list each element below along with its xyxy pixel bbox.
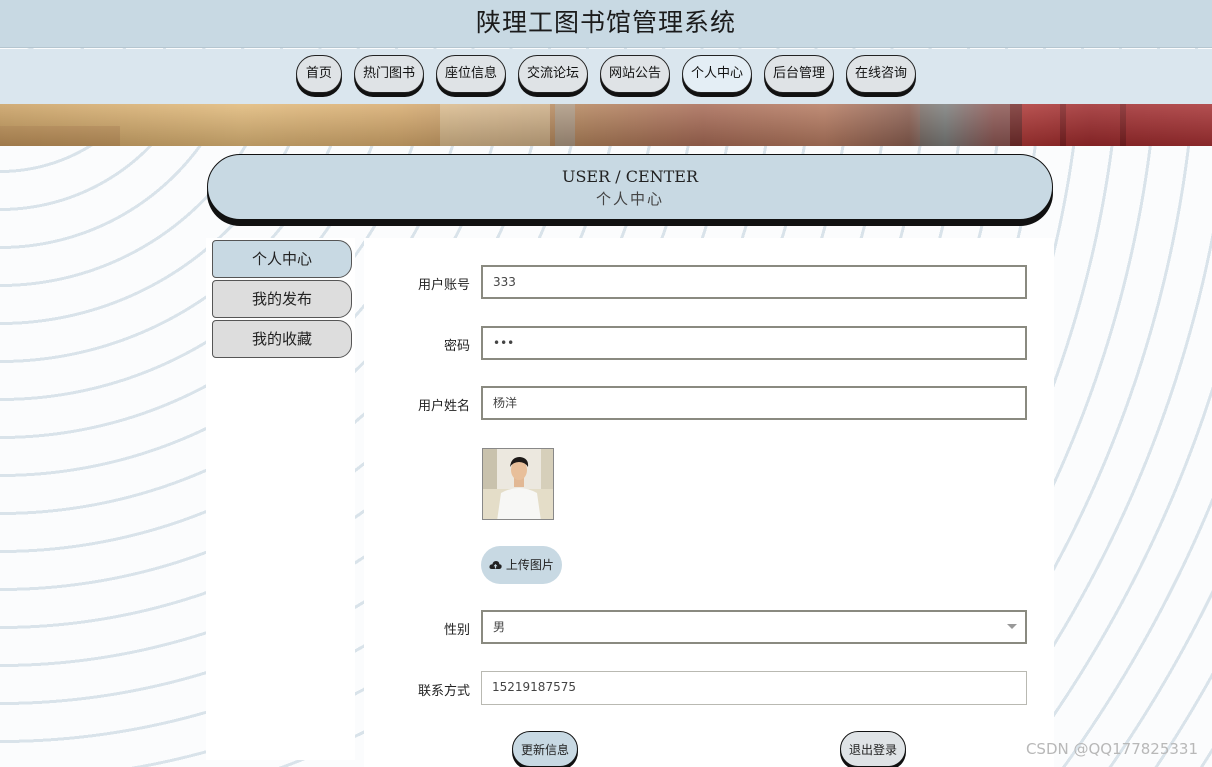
- name-label: 用户姓名: [417, 399, 470, 414]
- nav-item-forum[interactable]: 交流论坛: [517, 54, 588, 93]
- section-title-cn: 个人中心: [595, 190, 664, 208]
- banner-image: [0, 104, 1212, 146]
- upload-image-button[interactable]: 上传图片: [481, 546, 562, 584]
- password-label: 密码: [443, 339, 470, 354]
- sidebar: 个人中心 我的发布 我的收藏: [206, 238, 355, 760]
- chevron-down-icon: [1007, 624, 1017, 629]
- profile-form: 用户账号 333 密码 ••• 用户姓名 杨洋 上传图片 性别 男 联系方式 1…: [364, 238, 1054, 767]
- top-nav: 首页 热门图书 座位信息 交流论坛 网站公告 个人中心 后台管理 在线咨询: [0, 49, 1212, 104]
- nav-item-online-consult[interactable]: 在线咨询: [846, 54, 917, 93]
- update-info-button[interactable]: 更新信息: [512, 731, 579, 767]
- logout-button[interactable]: 退出登录: [840, 731, 907, 767]
- banner-shade: [0, 104, 1212, 146]
- csdn-watermark: CSDN @QQ177825331: [1025, 740, 1198, 758]
- nav-item-popular-books[interactable]: 热门图书: [353, 54, 424, 93]
- cloud-upload-icon: [489, 561, 502, 569]
- gender-selected-value: 男: [493, 620, 506, 634]
- sidebar-item-my-favorites[interactable]: 我的收藏: [212, 320, 352, 358]
- name-input[interactable]: 杨洋: [481, 386, 1027, 420]
- account-label: 用户账号: [417, 278, 470, 293]
- account-input[interactable]: 333: [481, 265, 1027, 299]
- sidebar-item-user-center[interactable]: 个人中心: [212, 240, 352, 278]
- password-input[interactable]: •••: [481, 326, 1027, 360]
- sidebar-item-my-posts[interactable]: 我的发布: [212, 280, 352, 318]
- nav-item-user-center[interactable]: 个人中心: [682, 54, 753, 93]
- upload-image-label: 上传图片: [505, 558, 554, 572]
- contact-input[interactable]: 15219187575: [481, 671, 1027, 705]
- avatar: [482, 448, 554, 520]
- nav-item-announcements[interactable]: 网站公告: [599, 54, 670, 93]
- avatar-photo: [483, 449, 553, 519]
- nav-item-home[interactable]: 首页: [295, 54, 342, 93]
- section-title-en: USER / CENTER: [561, 167, 699, 186]
- site-title: 陕理工图书馆管理系统: [475, 8, 736, 37]
- gender-select[interactable]: 男: [481, 610, 1027, 644]
- section-header: USER / CENTER 个人中心: [207, 154, 1053, 220]
- title-bar: 陕理工图书馆管理系统: [0, 0, 1212, 48]
- contact-label: 联系方式: [417, 684, 470, 699]
- gender-label: 性别: [443, 623, 470, 638]
- nav-item-seat-info[interactable]: 座位信息: [435, 54, 506, 93]
- nav-item-admin[interactable]: 后台管理: [764, 54, 835, 93]
